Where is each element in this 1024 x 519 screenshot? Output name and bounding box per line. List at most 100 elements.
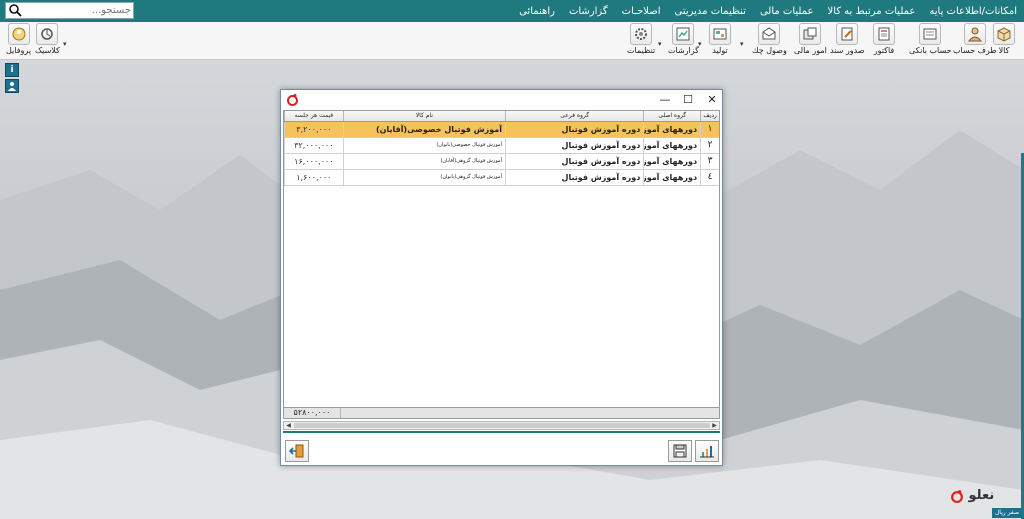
issue-voucher-label: صدور سند: [830, 46, 865, 55]
chevron-down-icon[interactable]: ▾: [63, 40, 67, 48]
party-button[interactable]: طرف حساب: [953, 23, 997, 59]
issue-voucher-button[interactable]: صدور سند: [830, 23, 865, 59]
search-box[interactable]: [5, 2, 134, 19]
cheque-receipt-label: وصول چك: [752, 46, 787, 55]
bank-account-button[interactable]: حساب بانکی: [909, 23, 952, 59]
horizontal-scrollbar[interactable]: ◀ ▶: [283, 421, 720, 430]
dialog-titlebar[interactable]: — ☐ ✕: [281, 90, 722, 109]
chevron-down-icon[interactable]: ▾: [658, 40, 662, 48]
row-sub-group: دوره آموزش فوتبال: [504, 138, 643, 153]
row-price: ۳۲,۰۰۰,۰۰۰: [284, 138, 343, 153]
settings-button[interactable]: تنظیمات: [627, 23, 655, 59]
goods-grid: ردیف گروه اصلی گروه فرعی نام کالا قیمت ه…: [283, 110, 720, 408]
row-index: ۲: [700, 138, 719, 153]
search-icon[interactable]: [8, 3, 23, 18]
menu-financial-ops[interactable]: عملیات مالی: [753, 6, 821, 17]
invoice-button[interactable]: فاکتور: [873, 23, 895, 59]
minimize-button[interactable]: —: [653, 90, 677, 109]
row-price: ۳,۲۰۰,۰۰۰: [284, 122, 343, 137]
goods-list-dialog: — ☐ ✕ ردیف گروه اصلی گروه فرعی نام کالا …: [280, 89, 723, 466]
chevron-down-icon[interactable]: ▾: [740, 40, 744, 48]
total-value: ۵۲۸۰۰,۰۰۰: [284, 408, 341, 418]
col-price-per-session[interactable]: قیمت هر جلسه: [284, 111, 343, 121]
cheque-receipt-button[interactable]: وصول چك: [752, 23, 787, 59]
reports-button[interactable]: گزارشات: [668, 23, 699, 59]
table-row[interactable]: ۳ دورههای آموزشی دوره آموزش فوتبال آموزش…: [284, 154, 719, 170]
bank-account-label: حساب بانکی: [909, 46, 952, 55]
row-price: ۱۶,۰۰۰,۰۰۰: [284, 154, 343, 169]
bar-chart-icon: [700, 446, 714, 458]
menu-admin-settings[interactable]: تنظیمات مدیریتی: [667, 6, 752, 17]
exit-door-icon: [289, 444, 304, 458]
scroll-left-arrow-icon[interactable]: ◀: [284, 422, 293, 429]
exit-button[interactable]: [285, 440, 309, 462]
brand-name: نعلو: [968, 488, 995, 503]
brand-logo-icon: [951, 489, 963, 503]
production-button[interactable]: تولید: [709, 23, 731, 59]
row-sub-group: دوره آموزش فوتبال: [504, 154, 643, 169]
col-sub-group[interactable]: گروه فرعی: [504, 111, 643, 121]
party-label: طرف حساب: [953, 46, 997, 55]
floppy-disk-icon: [673, 444, 687, 458]
row-main-group: دورههای آموزشی: [643, 122, 700, 137]
toolbar: کالا طرف حساب حساب بانکی فاکتور صدور سند…: [0, 22, 1024, 60]
col-goods-name[interactable]: نام کالا: [342, 111, 505, 121]
cheque-icon: [758, 23, 781, 45]
save-button[interactable]: [668, 440, 692, 462]
voucher-icon: [836, 23, 859, 45]
menu-help[interactable]: راهنمائی: [512, 6, 562, 17]
financial-affairs-button[interactable]: امور مالی: [794, 23, 827, 59]
profile-label: پروفایل: [6, 46, 32, 55]
total-bar: ۵۲۸۰۰,۰۰۰: [283, 408, 720, 419]
menu-goods-ops[interactable]: عملیات مرتبط به کالا: [820, 6, 922, 17]
person-icon: [963, 23, 986, 45]
scroll-right-arrow-icon[interactable]: ▶: [710, 422, 719, 429]
reports-label: گزارشات: [668, 46, 699, 55]
production-icon: [709, 23, 731, 45]
gear-icon: [630, 23, 653, 45]
row-goods-name: آموزش فوتبال گروهی(آقایان): [342, 154, 505, 169]
user-icon[interactable]: [5, 79, 19, 93]
balance-badge: صفر ریال: [992, 508, 1022, 518]
menubar: امکانات/اطلاعات پایه عملیات مرتبط به کال…: [0, 0, 1024, 22]
col-main-group[interactable]: گروه اصلی: [643, 111, 700, 121]
finance-icon: [799, 23, 822, 45]
close-button[interactable]: ✕: [700, 90, 724, 109]
financial-affairs-label: امور مالی: [794, 46, 827, 55]
row-main-group: دورههای آموزشی: [643, 138, 700, 153]
scroll-thumb[interactable]: [294, 423, 710, 428]
menu-base-info[interactable]: امکانات/اطلاعات پایه: [922, 6, 1024, 17]
grid-header: ردیف گروه اصلی گروه فرعی نام کالا قیمت ه…: [284, 111, 719, 122]
row-sub-group: دوره آموزش فوتبال: [504, 122, 643, 137]
row-main-group: دورههای آموزشی: [643, 154, 700, 169]
classic-button[interactable]: کلاسیک: [35, 23, 60, 59]
table-row[interactable]: ۲ دورههای آموزشی دوره آموزش فوتبال آموزش…: [284, 138, 719, 154]
report-chart-button[interactable]: [695, 440, 719, 462]
production-label: تولید: [712, 46, 728, 55]
menu-corrections[interactable]: اصلاحـات: [615, 6, 668, 17]
profile-button[interactable]: پروفایل: [6, 23, 31, 59]
row-goods-name: آموزش فوتبال گروهی(بانوان): [342, 170, 505, 185]
table-row[interactable]: ٤ دورههای آموزشی دوره آموزش فوتبال آموزش…: [284, 170, 719, 186]
settings-label: تنظیمات: [627, 46, 656, 55]
main-menu: امکانات/اطلاعات پایه عملیات مرتبط به کال…: [512, 0, 1024, 22]
menu-reports[interactable]: گزارشات: [562, 6, 615, 17]
row-index: ۳: [700, 154, 719, 169]
row-sub-group: دوره آموزش فوتبال: [504, 170, 643, 185]
brand-logo: نعلو: [950, 488, 994, 503]
table-row[interactable]: ۱ دورههای آموزشی دوره آموزش فوتبال آموزش…: [284, 122, 719, 138]
row-price: ۱,۶۰۰,۰۰۰: [284, 170, 343, 185]
goods-label: کالا: [998, 46, 1010, 55]
classic-icon: [36, 23, 59, 45]
invoice-icon: [873, 23, 895, 45]
col-row-number[interactable]: ردیف: [700, 111, 719, 121]
maximize-button[interactable]: ☐: [676, 90, 700, 109]
divider: [283, 431, 720, 433]
search-input[interactable]: [23, 3, 131, 18]
classic-label: کلاسیک: [35, 46, 60, 55]
row-goods-name: آموزش فوتبال خصوصی(آقایان): [342, 122, 505, 137]
info-icon[interactable]: i: [5, 63, 19, 77]
row-index: ٤: [700, 170, 719, 185]
row-goods-name: آموزش فوتبال خصوصی(بانوان): [342, 138, 505, 153]
row-index: ۱: [700, 122, 719, 137]
